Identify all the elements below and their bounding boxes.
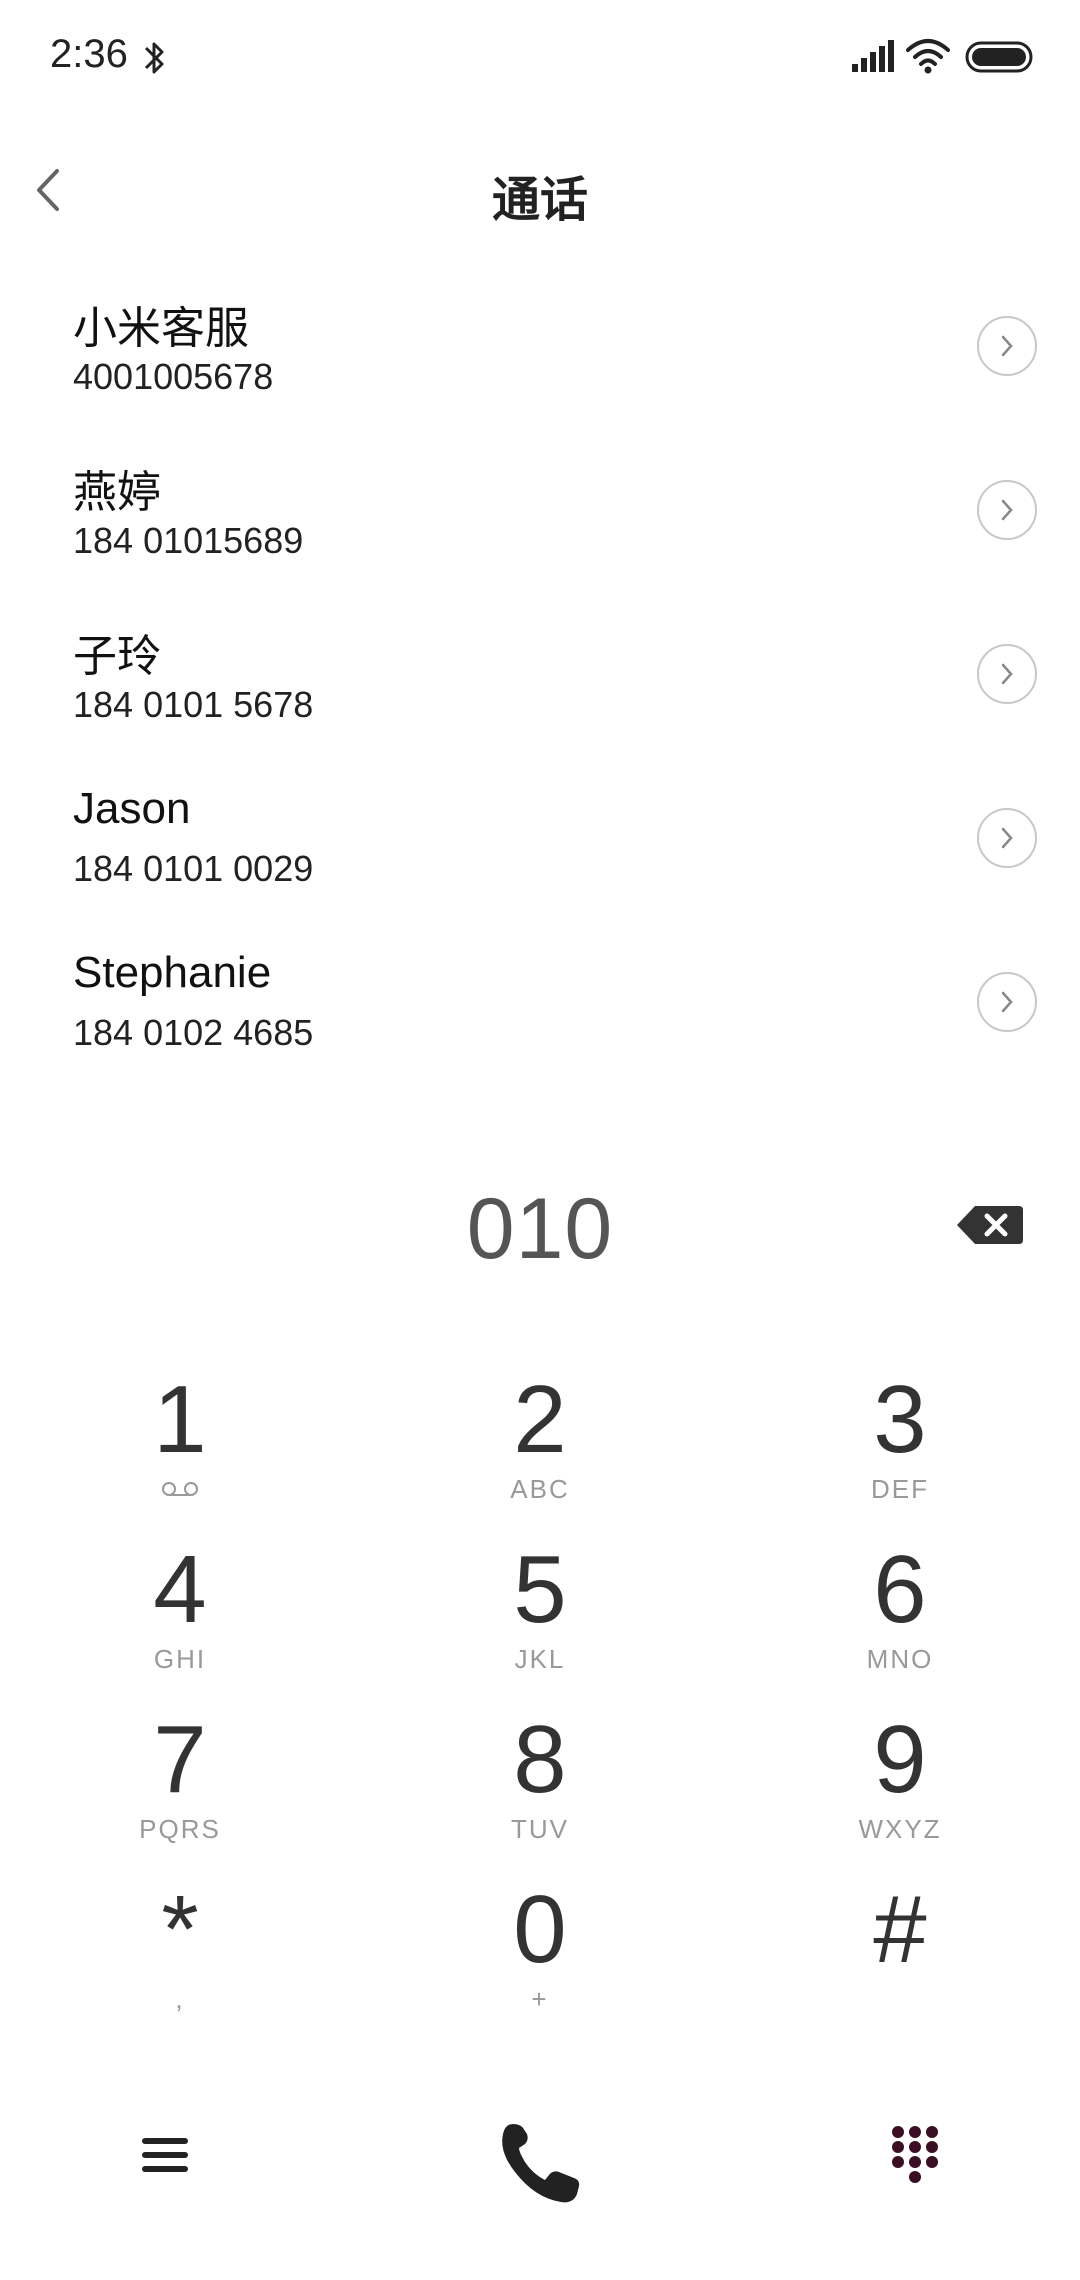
key-digit: 6 <box>873 1536 927 1643</box>
status-time: 2:36 <box>50 32 128 76</box>
page-title: 通话 <box>491 174 588 227</box>
signal-icon <box>852 40 894 72</box>
key-digit: 2 <box>513 1366 567 1473</box>
chevron-right-icon <box>1001 499 1013 521</box>
contact-number: 184 0102 4685 <box>73 1012 314 1053</box>
contact-number: 4001005678 <box>73 356 274 397</box>
chevron-right-icon <box>1001 663 1013 685</box>
contact-row[interactable]: Stephanie 184 0102 4685 <box>0 936 1080 1100</box>
key-7[interactable]: 7 PQRS <box>30 1710 330 1870</box>
voicemail-icon <box>162 1482 198 1496</box>
contact-list[interactable]: 小米客服 4001005678 燕婷 184 01015689 子玲 184 0… <box>0 280 1080 1140</box>
contact-detail-button[interactable] <box>977 644 1037 704</box>
key-digit: 4 <box>153 1536 207 1643</box>
key-digit: 1 <box>153 1366 207 1473</box>
contact-name: 燕婷 <box>73 468 161 517</box>
chevron-right-icon <box>1001 991 1013 1013</box>
wifi-icon <box>906 39 950 74</box>
contact-detail-button[interactable] <box>977 972 1037 1032</box>
key-letters: TUV <box>511 1814 569 1844</box>
key-6[interactable]: 6 MNO <box>750 1540 1050 1700</box>
contact-number: 184 01015689 <box>73 520 304 561</box>
key-letters: MNO <box>866 1644 934 1674</box>
key-letters: , <box>175 1984 185 2014</box>
key-8[interactable]: 8 TUV <box>390 1710 690 1870</box>
contact-name: 小米客服 <box>73 304 249 353</box>
battery-icon <box>965 41 1033 73</box>
key-digit: 0 <box>513 1876 567 1983</box>
header: 通话 <box>0 130 1080 250</box>
key-star[interactable]: * , <box>30 1880 330 2040</box>
key-letters: JKL <box>514 1644 566 1674</box>
key-letters: ABC <box>510 1474 570 1504</box>
key-digit: 7 <box>153 1706 207 1813</box>
contact-row[interactable]: 燕婷 184 01015689 <box>0 444 1080 608</box>
bottom-bar <box>0 2100 1080 2220</box>
key-digit: 5 <box>513 1536 567 1643</box>
key-digit: # <box>873 1876 927 1983</box>
contact-row[interactable]: Jason 184 0101 0029 <box>0 772 1080 936</box>
dialed-number-input[interactable]: 010 <box>0 1180 1080 1279</box>
key-1[interactable]: 1 <box>30 1370 330 1530</box>
keypad-toggle-button[interactable] <box>890 2124 940 2184</box>
contact-name: Stephanie <box>73 948 272 997</box>
key-digit: * <box>161 1876 199 1983</box>
contact-name: Jason <box>73 784 191 833</box>
status-bar: 2:36 <box>0 0 1080 120</box>
chevron-right-icon <box>1001 335 1013 357</box>
call-button[interactable] <box>495 2118 585 2208</box>
key-0[interactable]: 0 + <box>390 1880 690 2040</box>
contact-detail-button[interactable] <box>977 808 1037 868</box>
chevron-right-icon <box>1001 827 1013 849</box>
key-letters: GHI <box>153 1644 207 1674</box>
contact-number: 184 0101 0029 <box>73 848 314 889</box>
key-2[interactable]: 2 ABC <box>390 1370 690 1530</box>
key-3[interactable]: 3 DEF <box>750 1370 1050 1530</box>
key-letters: DEF <box>871 1474 929 1504</box>
key-hash[interactable]: # <box>750 1880 1050 2040</box>
backspace-button[interactable] <box>955 1200 1025 1250</box>
contact-row[interactable]: 子玲 184 0101 5678 <box>0 608 1080 772</box>
key-digit: 8 <box>513 1706 567 1813</box>
key-5[interactable]: 5 JKL <box>390 1540 690 1700</box>
contact-number: 184 0101 5678 <box>73 684 314 725</box>
contact-name: 子玲 <box>73 632 161 681</box>
list-fade <box>0 1110 1080 1140</box>
key-9[interactable]: 9 WXYZ <box>750 1710 1050 1870</box>
dialer-screen: 2:36 通话 小米客服 4001005678 燕婷 184 01015689 … <box>0 0 1080 2280</box>
contact-detail-button[interactable] <box>977 480 1037 540</box>
contact-detail-button[interactable] <box>977 316 1037 376</box>
key-4[interactable]: 4 GHI <box>30 1540 330 1700</box>
menu-button[interactable] <box>140 2130 190 2180</box>
bluetooth-icon <box>144 42 164 74</box>
contact-row[interactable]: 小米客服 4001005678 <box>0 280 1080 444</box>
key-digit: 3 <box>873 1366 927 1473</box>
key-digit: 9 <box>873 1706 927 1813</box>
key-letters: PQRS <box>139 1814 221 1844</box>
key-letters: WXYZ <box>858 1814 942 1844</box>
key-letters: + <box>531 1984 549 2014</box>
